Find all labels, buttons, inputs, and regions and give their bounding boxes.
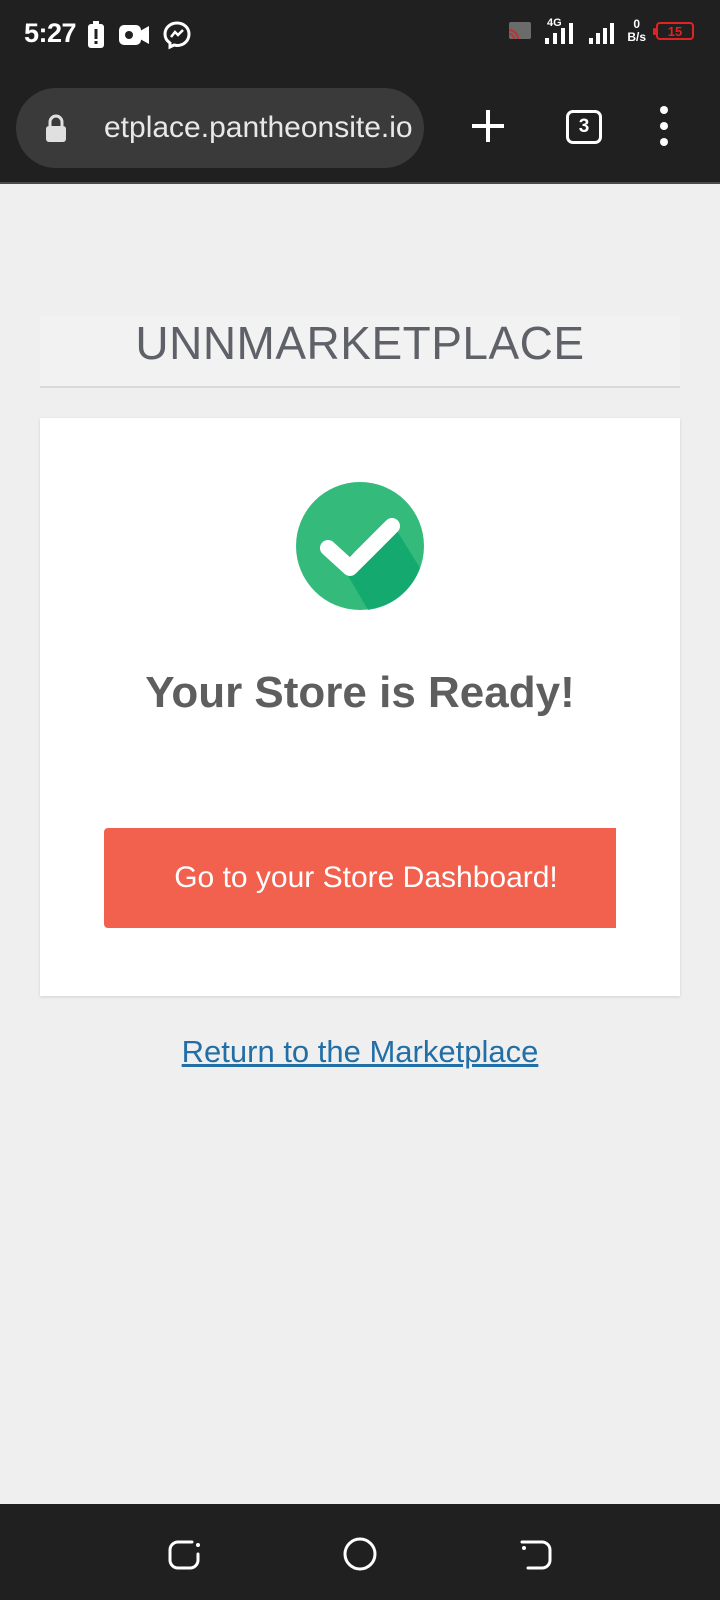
network-speed-unit: B/s [627, 30, 646, 44]
browser-toolbar: etplace.pantheonsite.io 3 [0, 76, 720, 184]
site-header: UNNMARKETPLACE [40, 316, 680, 388]
status-time: 5:27 [24, 18, 77, 48]
success-heading: Your Store is Ready! [145, 668, 575, 717]
status-right-icons: 4G 0 B/s 15 [507, 16, 694, 46]
tab-switcher-button[interactable]: 3 [566, 110, 602, 144]
signal-icon [589, 23, 615, 44]
home-icon[interactable] [340, 1534, 380, 1574]
signal-4g-icon: 4G [545, 17, 574, 44]
menu-dot [660, 138, 668, 146]
network-speed: 0 B/s [627, 18, 646, 44]
status-bar: 5:27 4G 0 B/s 15 [0, 0, 720, 76]
cast-icon [509, 22, 532, 40]
video-camera-icon [119, 25, 149, 45]
site-title: UNNMARKETPLACE [135, 317, 585, 369]
recent-apps-icon[interactable] [164, 1534, 204, 1574]
address-bar[interactable]: etplace.pantheonsite.io [16, 88, 424, 168]
battery-indicator: 15 [653, 22, 694, 40]
network-type-label: 4G [547, 17, 562, 29]
return-to-marketplace-link[interactable]: Return to the Marketplace [0, 1034, 720, 1070]
status-left-icons [86, 20, 192, 50]
menu-dot [660, 106, 668, 114]
new-tab-button[interactable] [470, 108, 506, 144]
more-menu-button[interactable] [654, 106, 674, 146]
store-dashboard-button[interactable]: Go to your Store Dashboard! [104, 828, 616, 928]
lock-icon [46, 114, 66, 142]
menu-dot [660, 122, 668, 130]
messenger-icon [163, 21, 191, 50]
success-card: Your Store is Ready! Go to your Store Da… [40, 418, 680, 996]
back-icon[interactable] [516, 1534, 556, 1574]
battery-alert-icon [88, 21, 104, 48]
success-check-icon [296, 482, 424, 610]
url-text[interactable]: etplace.pantheonsite.io [104, 111, 420, 145]
navigation-bar [0, 1504, 720, 1600]
